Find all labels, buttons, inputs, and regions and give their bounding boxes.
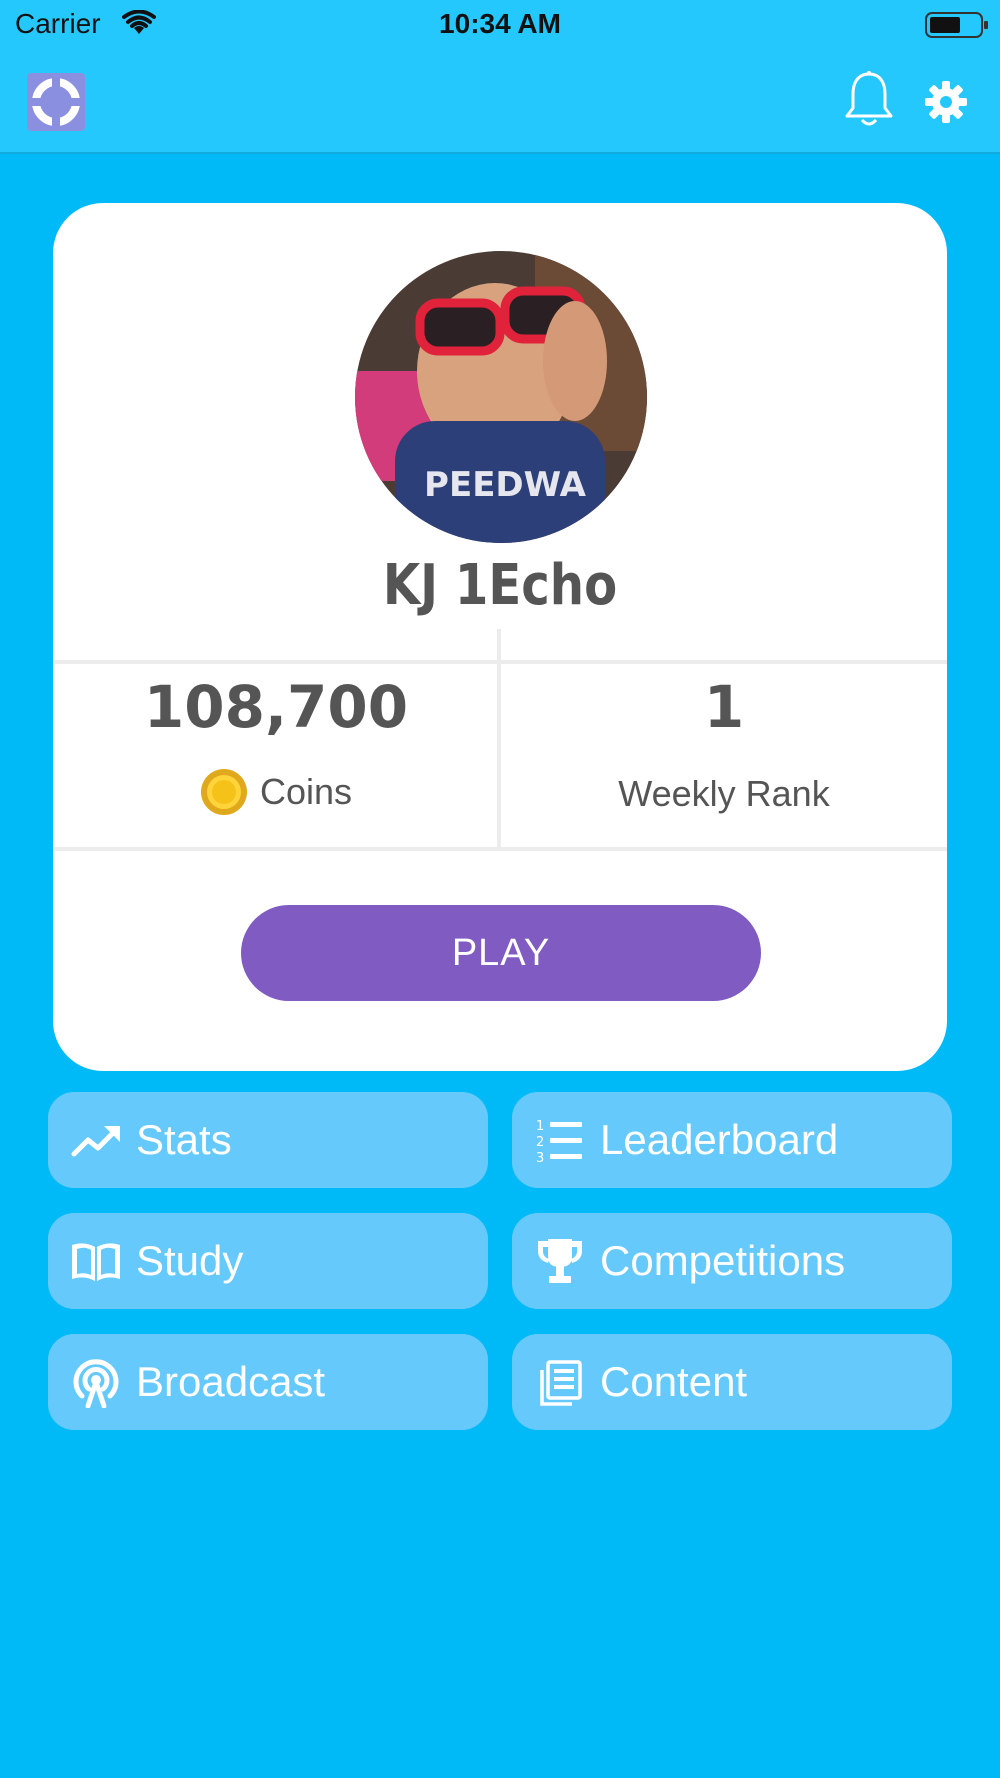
study-button[interactable]: Study <box>48 1213 488 1309</box>
coins-label-group: Coins <box>53 768 499 816</box>
coins-label: Coins <box>259 771 353 812</box>
leaderboard-label: Leaderboard <box>600 1116 839 1163</box>
profile-card: PEEDWA KJ 1Echo 108,700 Coins 1 Weekly R… <box>53 203 947 1071</box>
gear-icon[interactable] <box>924 80 968 124</box>
rank-value: 1 <box>703 673 745 741</box>
trophy-icon <box>538 1239 582 1283</box>
open-book-icon <box>72 1243 120 1281</box>
competitions-button[interactable]: Competitions <box>512 1213 952 1309</box>
divider <box>53 847 947 851</box>
play-button[interactable]: PLAY <box>241 905 761 1001</box>
username: KJ 1Echo <box>382 553 618 618</box>
rank-label: Weekly Rank <box>618 773 830 814</box>
study-label: Study <box>136 1237 244 1284</box>
documents-icon <box>540 1360 582 1406</box>
top-bar: Carrier 10:34 AM <box>0 0 1000 154</box>
svg-text:PEEDWA: PEEDWA <box>424 465 587 505</box>
coin-icon <box>200 769 247 815</box>
svg-text:1: 1 <box>536 1119 544 1134</box>
stats-button[interactable]: Stats <box>48 1092 488 1188</box>
svg-text:3: 3 <box>536 1151 544 1166</box>
svg-text:2: 2 <box>536 1135 544 1150</box>
crosshair-logo-icon[interactable] <box>27 73 85 131</box>
bell-icon[interactable] <box>843 70 895 132</box>
leaderboard-button[interactable]: 1 2 3 Leaderboard <box>512 1092 952 1188</box>
ordered-list-icon: 1 2 3 <box>536 1119 582 1166</box>
coins-value: 108,700 <box>143 673 409 741</box>
status-time: 10:34 AM <box>439 8 561 39</box>
stats-label: Stats <box>136 1116 232 1163</box>
avatar[interactable]: PEEDWA <box>355 251 647 543</box>
content-label: Content <box>600 1358 748 1405</box>
broadcast-label: Broadcast <box>136 1358 326 1405</box>
trending-up-icon <box>71 1126 120 1157</box>
battery-icon <box>925 12 988 38</box>
avatar-photo: PEEDWA <box>355 251 647 543</box>
status-bar: Carrier 10:34 AM <box>0 0 1000 52</box>
broadcast-button[interactable]: Broadcast <box>48 1334 488 1430</box>
content-button[interactable]: Content <box>512 1334 952 1430</box>
broadcast-icon <box>73 1359 119 1408</box>
competitions-label: Competitions <box>600 1237 846 1284</box>
